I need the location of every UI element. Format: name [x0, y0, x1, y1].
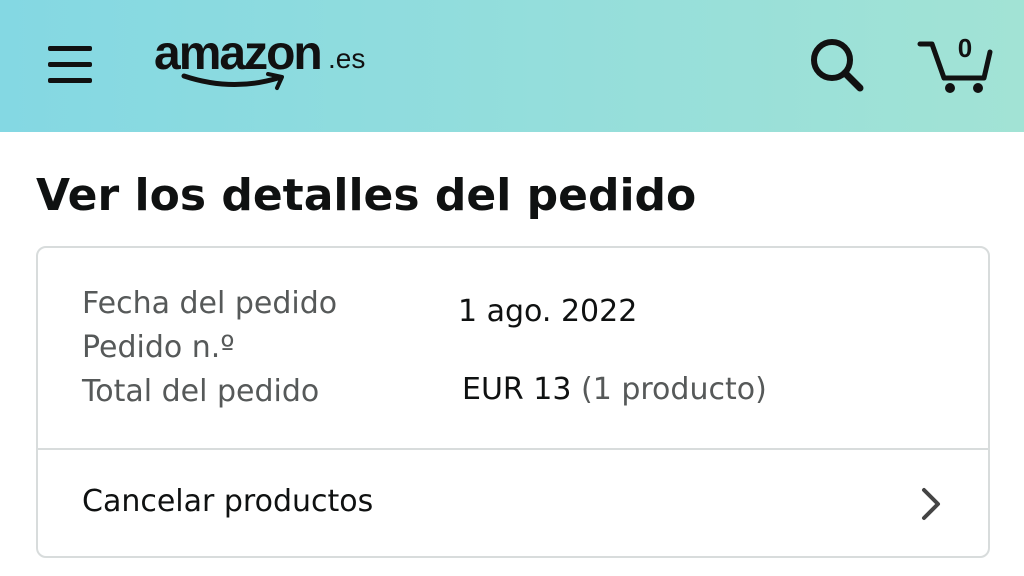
- chevron-right-icon: [922, 488, 940, 520]
- order-total-label: Total del pedido: [82, 374, 320, 409]
- logo-wordmark: amazon: [154, 27, 323, 80]
- order-date-label: Fecha del pedido: [82, 286, 338, 321]
- smile-arrow-icon: [181, 72, 284, 90]
- cancel-products-label: Cancelar productos: [82, 484, 374, 519]
- menu-button[interactable]: [40, 38, 100, 90]
- cart-count-badge: 0: [957, 33, 973, 63]
- page-title: Ver los detalles del pedido: [36, 170, 697, 221]
- search-icon: [811, 39, 864, 92]
- menu-icon-bar: [48, 62, 92, 67]
- order-total-value: EUR 13 (1 producto): [462, 372, 767, 408]
- amazon-logo[interactable]: amazon .es: [150, 26, 380, 96]
- menu-icon-bar: [48, 46, 92, 51]
- top-nav-bar: amazon .es 0: [0, 0, 1024, 132]
- order-date-value: 1 ago. 2022: [458, 294, 638, 329]
- cart-button[interactable]: 0: [914, 30, 998, 98]
- logo-domain: .es: [328, 43, 366, 74]
- search-button[interactable]: [806, 34, 870, 98]
- order-summary-card: Fecha del pedido 1 ago. 2022 Pedido n.º …: [36, 246, 990, 558]
- order-total-amount: EUR 13: [462, 372, 572, 407]
- order-number-label: Pedido n.º: [82, 330, 235, 365]
- cancel-products-button[interactable]: Cancelar productos: [38, 450, 988, 556]
- order-item-count: (1 producto): [581, 372, 767, 407]
- menu-icon-bar: [48, 78, 92, 83]
